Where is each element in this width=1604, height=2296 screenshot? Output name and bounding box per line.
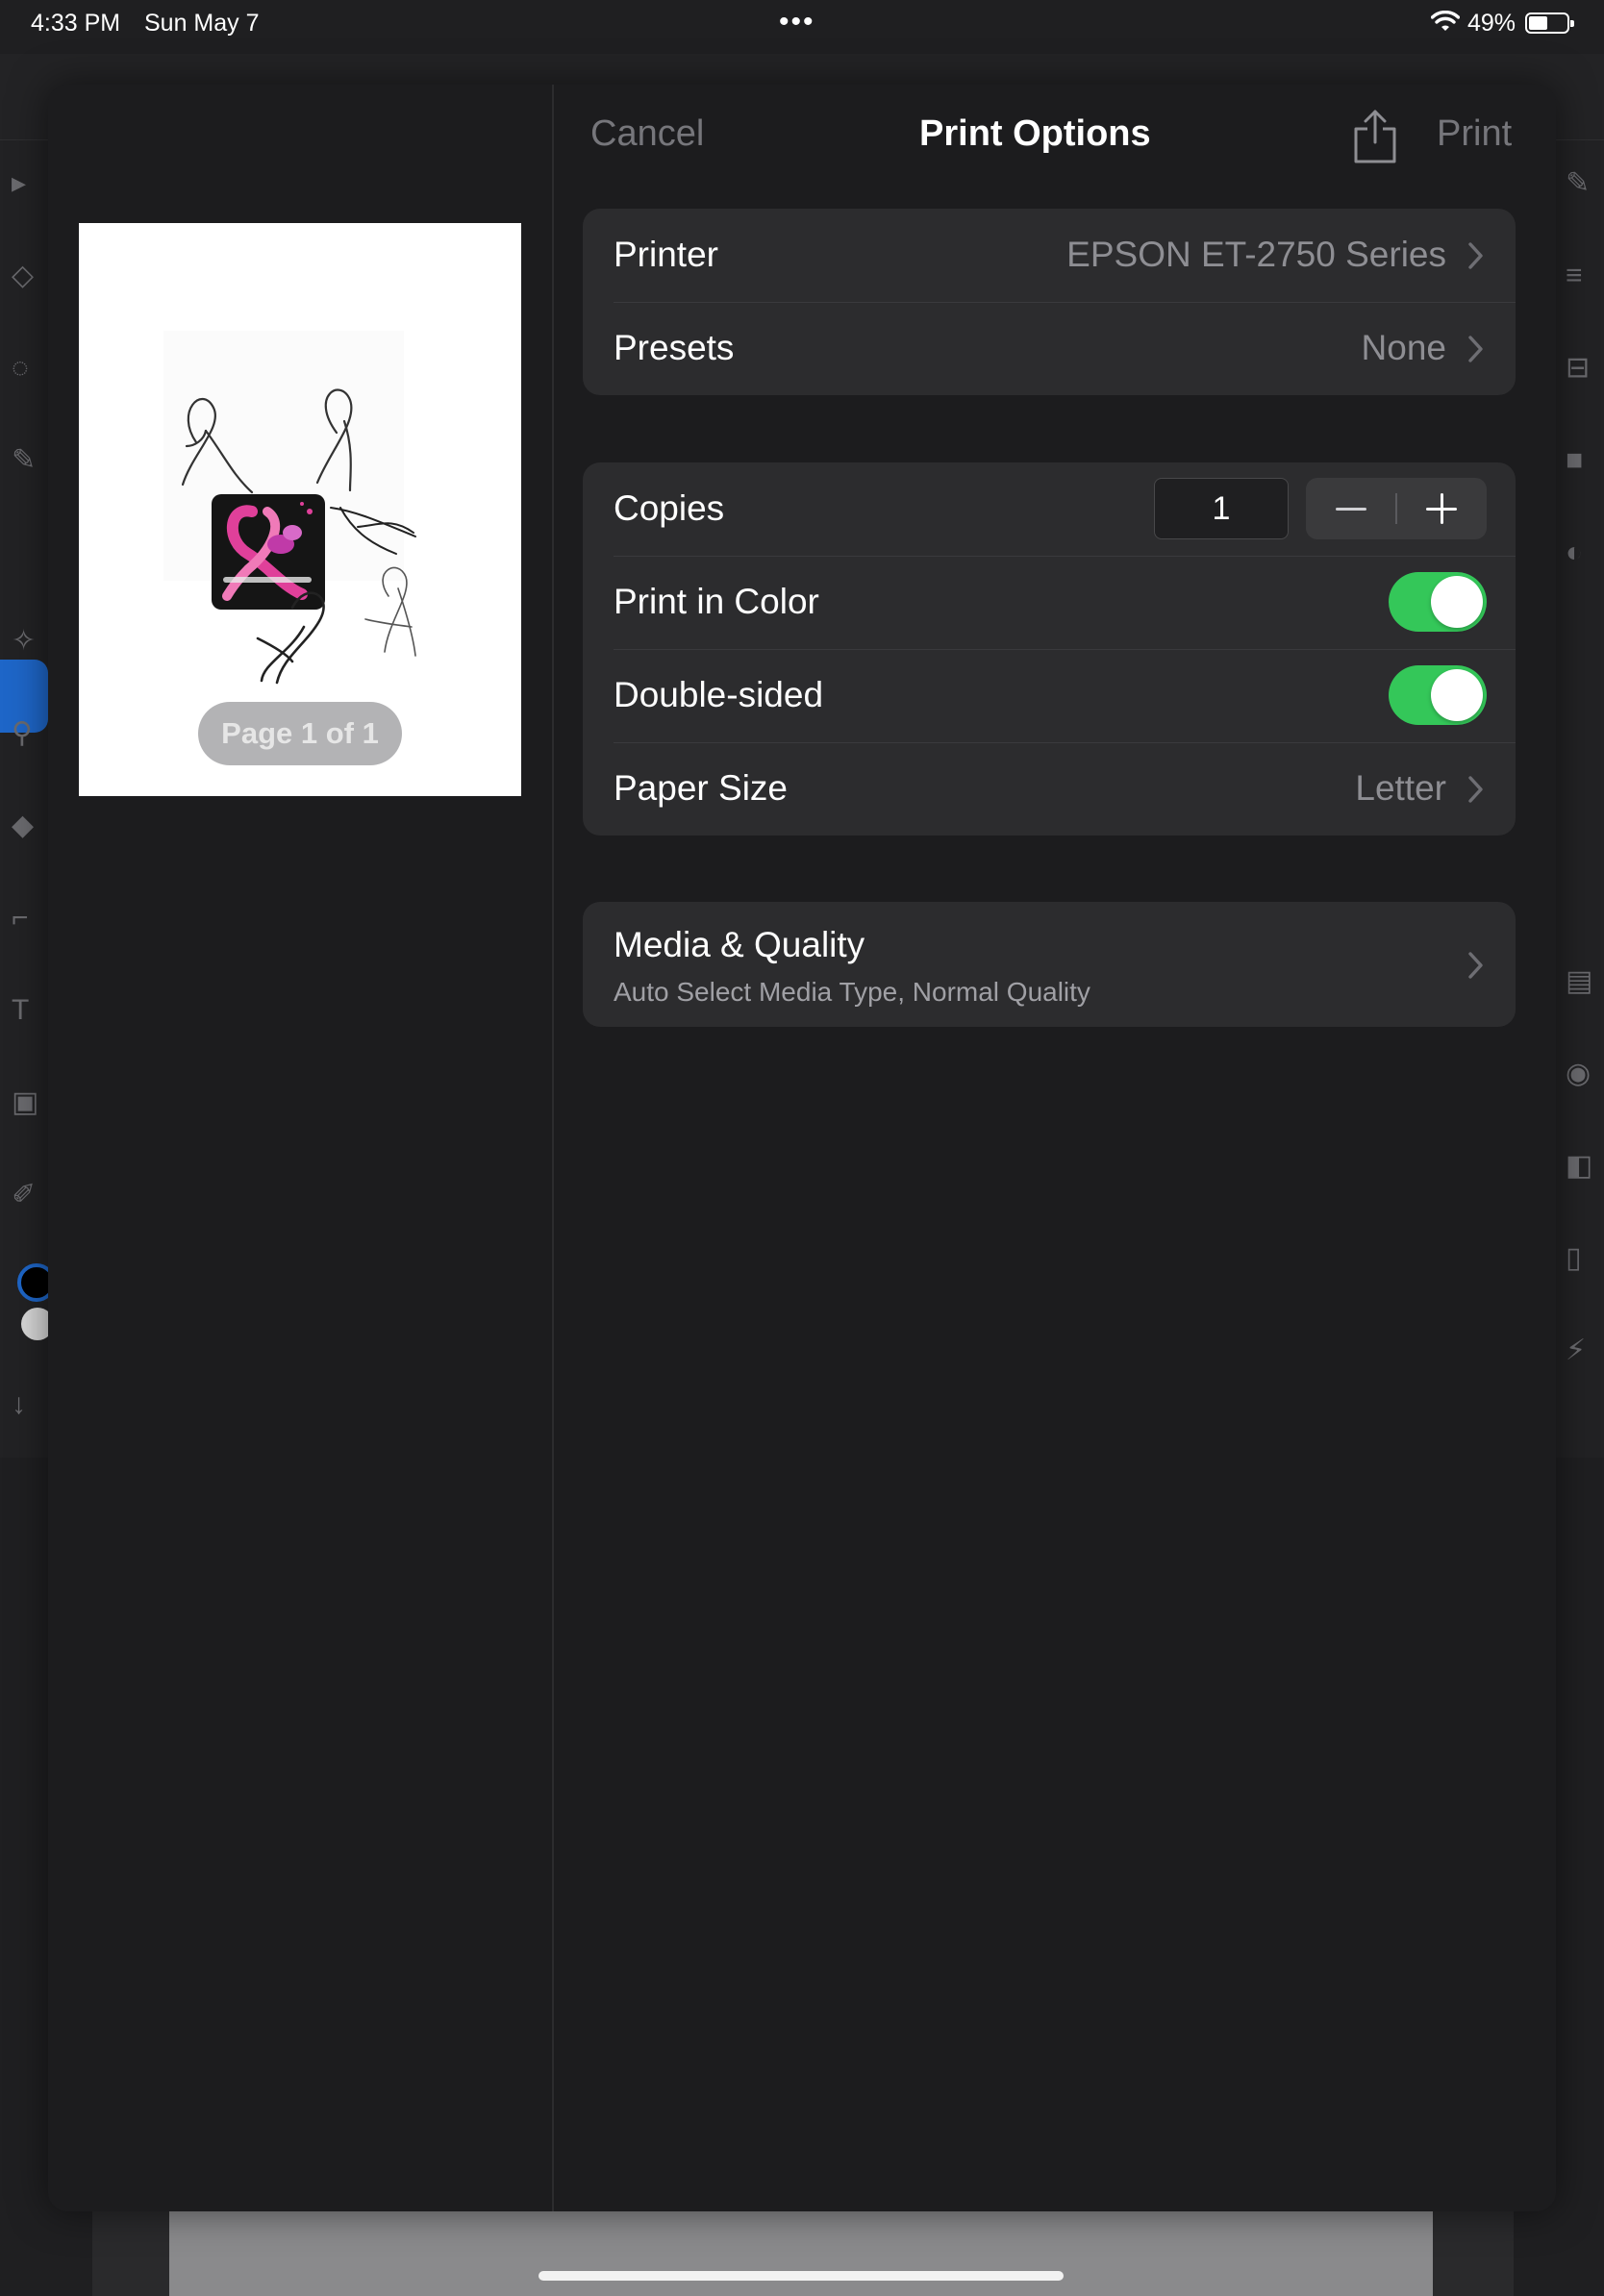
increment-button[interactable] (1396, 478, 1487, 539)
page-preview[interactable]: Page 1 of 1 (79, 223, 521, 796)
media-quality-group: Media & Quality Auto Select Media Type, … (583, 902, 1516, 1027)
double-sided-row: Double-sided (583, 649, 1516, 742)
chevron-right-icon (1468, 952, 1483, 979)
printer-label: Printer (614, 235, 718, 274)
background-bottom-panel (1433, 2211, 1514, 2296)
page-indicator-badge: Page 1 of 1 (198, 702, 402, 765)
background-tool-icon: ◉ (1566, 1058, 1591, 1089)
background-tool-icon: ⚲ (12, 717, 33, 749)
background-tool-icon: ✎ (1566, 167, 1591, 199)
background-tool-icon: ⊟ (1566, 352, 1591, 384)
background-tool-icon: ◇ (12, 260, 35, 291)
background-tool-icon: ▸ (12, 167, 27, 199)
printer-row[interactable]: Printer EPSON ET-2750 Series (583, 209, 1516, 302)
print-in-color-row: Print in Color (583, 556, 1516, 649)
copies-field[interactable]: 1 (1154, 478, 1289, 539)
print-settings-group: Copies 1 Print in Color Double-sided Pap… (583, 462, 1516, 836)
double-sided-toggle[interactable] (1389, 665, 1487, 725)
paper-size-label: Paper Size (614, 768, 788, 808)
printer-group: Printer EPSON ET-2750 Series Presets Non… (583, 209, 1516, 395)
share-icon[interactable] (1350, 108, 1400, 165)
cancel-button[interactable]: Cancel (590, 113, 704, 155)
print-in-color-toggle[interactable] (1389, 572, 1487, 632)
presets-label: Presets (614, 328, 735, 367)
background-bottom-panel (92, 2211, 169, 2296)
background-tool-icon: ▤ (1566, 965, 1593, 997)
more-dots-icon[interactable]: ••• (779, 8, 815, 37)
home-indicator[interactable] (539, 2271, 1064, 2281)
sheet-title: Print Options (919, 113, 1151, 154)
background-tool-icon: ◌ (12, 352, 29, 384)
background-tool-icon: ↓ (12, 1388, 26, 1420)
screen: ▸ ◇ ◌ ✎ ✧ ⚲ ◆ ⌐ T ▣ ✐ ↓ ✎ ≡ ⊟ ■ ◐ ▤ ◉ ◧ … (0, 0, 1604, 2296)
battery-level-fill (1529, 16, 1547, 30)
toggle-knob (1431, 669, 1483, 721)
background-tool-icon: ■ (1566, 444, 1584, 476)
printer-value: EPSON ET-2750 Series (1066, 235, 1446, 274)
chevron-right-icon (1468, 776, 1483, 803)
media-quality-detail: Auto Select Media Type, Normal Quality (614, 977, 1090, 1007)
chevron-right-icon (1468, 336, 1483, 362)
copies-stepper (1306, 478, 1487, 539)
background-tool-icon: ✧ (12, 625, 37, 657)
background-right-toolbar: ✎ ≡ ⊟ ■ ◐ ▤ ◉ ◧ ▯ ⚡ (1552, 140, 1604, 1458)
sheet-divider (552, 85, 554, 2211)
copies-label: Copies (614, 488, 725, 528)
print-in-color-label: Print in Color (614, 582, 819, 621)
background-tool-icon: ✎ (12, 444, 37, 476)
status-date: Sun May 7 (144, 10, 260, 37)
paper-size-value: Letter (1355, 768, 1446, 808)
paper-size-row[interactable]: Paper Size Letter (583, 742, 1516, 836)
double-sided-label: Double-sided (614, 675, 824, 714)
background-left-toolbar: ▸ ◇ ◌ ✎ ✧ ⚲ ◆ ⌐ T ▣ ✐ ↓ (0, 140, 56, 1458)
toggle-knob (1431, 576, 1483, 628)
media-quality-label: Media & Quality (614, 925, 865, 964)
battery-icon (1525, 12, 1574, 34)
background-tool-icon: ◆ (12, 810, 35, 841)
media-quality-row[interactable]: Media & Quality Auto Select Media Type, … (583, 902, 1516, 1027)
background-tool-icon: ◧ (1566, 1150, 1593, 1182)
battery-percent: 49% (1467, 10, 1516, 37)
print-options-sheet: Page 1 of 1 Cancel Print Options Print P… (48, 85, 1556, 2211)
background-canvas (169, 2211, 1433, 2296)
ribbon-outline-image (364, 566, 416, 657)
background-tool-icon: ✐ (12, 1179, 37, 1210)
background-tool-icon: T (12, 994, 30, 1026)
presets-value: None (1361, 328, 1446, 367)
decrement-button[interactable] (1306, 478, 1396, 539)
background-tool-icon: ◐ (1566, 537, 1584, 568)
status-bar: 4:33 PM Sun May 7 ••• 49% (0, 0, 1604, 46)
background-tool-icon: ▣ (12, 1086, 39, 1118)
presets-row[interactable]: Presets None (583, 302, 1516, 395)
background-tool-icon: ≡ (1566, 260, 1583, 291)
background-tool-icon: ⚡ (1566, 1335, 1587, 1366)
print-button[interactable]: Print (1437, 113, 1512, 155)
copies-row: Copies 1 (583, 462, 1516, 556)
chevron-right-icon (1468, 242, 1483, 269)
status-time: 4:33 PM (31, 10, 121, 37)
background-tool-icon: ⌐ (12, 902, 29, 934)
background-tool-icon: ▯ (1566, 1242, 1582, 1274)
battery-nub (1570, 20, 1574, 27)
wifi-icon (1431, 11, 1460, 31)
